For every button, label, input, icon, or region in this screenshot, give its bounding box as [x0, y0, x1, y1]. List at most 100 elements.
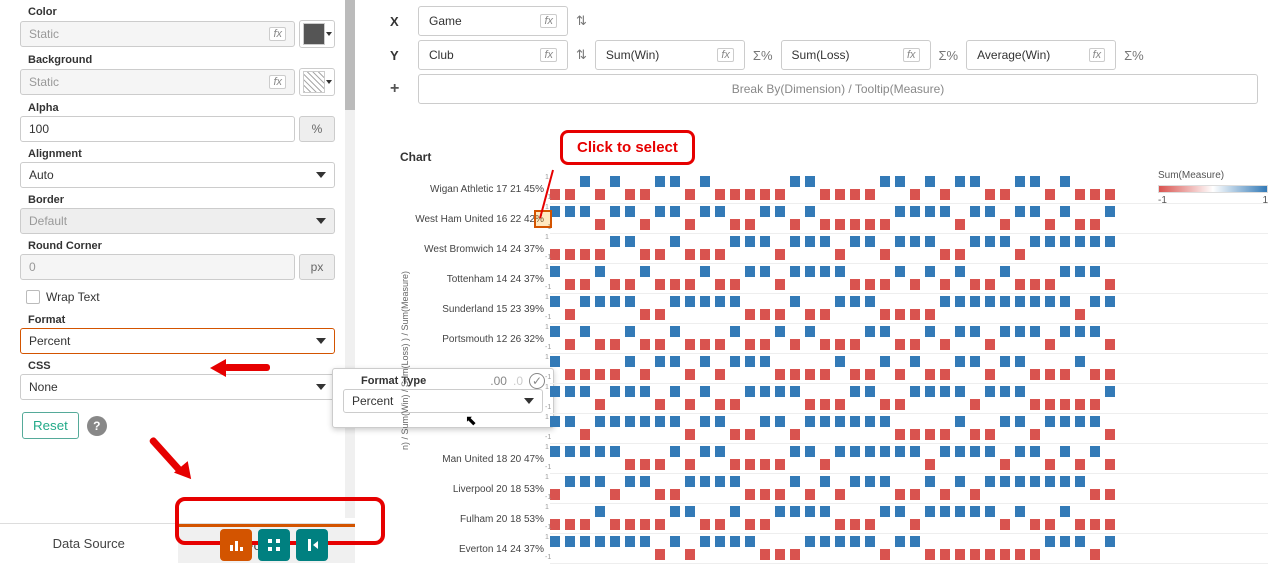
sort-icon[interactable]: ⇅ [576, 13, 587, 29]
table-row: Portsmouth 12 26 32%1-1 [400, 324, 1268, 354]
break-by-pill[interactable]: Break By(Dimension) / Tooltip(Measure) [418, 74, 1258, 104]
bars-row: 1-1 [550, 444, 1268, 474]
fx-icon: fx [1089, 48, 1106, 62]
reset-button[interactable]: Reset [22, 412, 79, 439]
club-label: Wigan Athletic 17 21 45% [400, 184, 550, 195]
x-pill[interactable]: Gamefx [418, 6, 568, 36]
fx-icon: fx [269, 27, 286, 41]
club-label: Man United 18 20 47% [400, 454, 550, 465]
table-icon[interactable] [258, 529, 290, 561]
sort-icon[interactable]: ⇅ [576, 47, 587, 63]
color-swatch [303, 23, 325, 45]
fx-icon: fx [269, 75, 286, 89]
table-row: Everton 14 24 37%1-1 [400, 534, 1268, 564]
bars-row: 1-1 [550, 234, 1268, 264]
fx-icon: fx [903, 48, 920, 62]
chart-area: Chart n) / Sum(Win) / Sum(Loss) ) / Sum(… [400, 150, 1268, 563]
table-row: 1-1 [400, 414, 1268, 444]
y-shelf-label: Y [390, 48, 410, 63]
alpha-suffix: % [299, 116, 335, 142]
sigma-icon[interactable]: Σ% [753, 48, 773, 63]
fx-icon: fx [717, 48, 734, 62]
sigma-icon[interactable]: Σ% [939, 48, 959, 63]
help-icon[interactable]: ? [87, 416, 107, 436]
bars-row: 1-1 [550, 264, 1268, 294]
table-row: 1-1 [400, 384, 1268, 414]
round-label: Round Corner [28, 240, 335, 252]
bars-row: 1-1 [550, 414, 1268, 444]
table-row: Sunderland 15 23 39%1-1 [400, 294, 1268, 324]
chevron-down-icon [316, 172, 326, 178]
bars-row: 1-1 [550, 534, 1268, 564]
club-label: West Bromwich 14 24 37% [400, 244, 550, 255]
click-to-select-callout: Click to select [560, 130, 695, 165]
wrap-text-label: Wrap Text [46, 290, 100, 304]
color-select[interactable]: Staticfx [20, 21, 295, 47]
alpha-input[interactable]: 100 [20, 116, 295, 142]
format-label: Format [28, 314, 335, 326]
format-select[interactable]: Percent [20, 328, 335, 354]
club-label: Portsmouth 12 26 32% [400, 334, 550, 345]
table-row: 1-1 [400, 354, 1268, 384]
round-suffix: px [299, 254, 335, 280]
format-panel: Color Staticfx Background Staticfx Alpha… [0, 0, 355, 563]
round-input[interactable]: 0 [20, 254, 295, 280]
bg-swatch-button[interactable] [299, 68, 335, 96]
chevron-down-icon [316, 384, 326, 390]
bars-row: 1-1 [550, 384, 1268, 414]
indicator-icon[interactable] [296, 529, 328, 561]
bars-row: 1-1 [550, 504, 1268, 534]
wrap-text-checkbox[interactable] [26, 290, 40, 304]
highlighted-cell [534, 210, 552, 228]
legend-gradient [1158, 185, 1268, 193]
bars-row: 1-1 [550, 204, 1268, 234]
background-select[interactable]: Staticfx [20, 69, 295, 95]
chevron-down-icon [316, 338, 326, 344]
chevron-down-icon [316, 218, 326, 224]
chart-title: Chart [400, 150, 1268, 164]
club-label: Sunderland 15 23 39% [400, 304, 550, 315]
x-shelf-label: X [390, 14, 410, 29]
bars-row: 1-1 [550, 354, 1268, 384]
alignment-label: Alignment [28, 148, 335, 160]
hatch-swatch [303, 71, 325, 93]
y-pill-avgwin[interactable]: Average(Win)fx [966, 40, 1116, 70]
background-label: Background [28, 54, 335, 66]
fx-icon: fx [540, 48, 557, 62]
table-row: Wigan Athletic 17 21 45%1-1 [400, 174, 1268, 204]
table-row: Tottenham 14 24 37%1-1 [400, 264, 1268, 294]
table-row: Fulham 20 18 53%1-1 [400, 504, 1268, 534]
border-label: Border [28, 194, 335, 206]
table-row: West Ham United 16 22 42%1-1 [400, 204, 1268, 234]
bars-row: 1-1 [550, 294, 1268, 324]
bars-row: 1-1 [550, 324, 1268, 354]
y-pill-sumloss[interactable]: Sum(Loss)fx [781, 40, 931, 70]
y-pill-club[interactable]: Clubfx [418, 40, 568, 70]
alpha-label: Alpha [28, 102, 335, 114]
legend: Sum(Measure) -11 [1158, 170, 1268, 206]
color-swatch-button[interactable] [299, 20, 335, 48]
club-label: Everton 14 24 37% [400, 544, 550, 555]
tab-data-source[interactable]: Data Source [0, 524, 178, 563]
border-select[interactable]: Default [20, 208, 335, 234]
yaxis-label: n) / Sum(Win) / Sum(Loss) ) / Sum(Measur… [400, 271, 410, 450]
bars-row: 1-1 [550, 474, 1268, 504]
css-select[interactable]: None [20, 374, 335, 400]
club-label: Liverpool 20 18 53% [400, 484, 550, 495]
fx-icon: fx [540, 14, 557, 28]
club-label: Tottenham 14 24 37% [400, 274, 550, 285]
sigma-icon[interactable]: Σ% [1124, 48, 1144, 63]
club-label: Fulham 20 18 53% [400, 514, 550, 525]
y-pill-sumwin[interactable]: Sum(Win)fx [595, 40, 745, 70]
scrollbar[interactable] [345, 0, 355, 518]
club-label: West Ham United 16 22 42% [400, 214, 550, 225]
table-row: Liverpool 20 18 53%1-1 [400, 474, 1268, 504]
color-label: Color [28, 6, 335, 18]
table-row: Man United 18 20 47%1-1 [400, 444, 1268, 474]
add-shelf-button[interactable]: + [390, 80, 410, 98]
table-row: West Bromwich 14 24 37%1-1 [400, 234, 1268, 264]
designer-canvas: X Gamefx ⇅ Y Clubfx ⇅ Sum(Win)fx Σ% Sum(… [380, 0, 1268, 563]
chart-type-icons [220, 529, 328, 561]
bar-chart-icon[interactable] [220, 529, 252, 561]
alignment-select[interactable]: Auto [20, 162, 335, 188]
